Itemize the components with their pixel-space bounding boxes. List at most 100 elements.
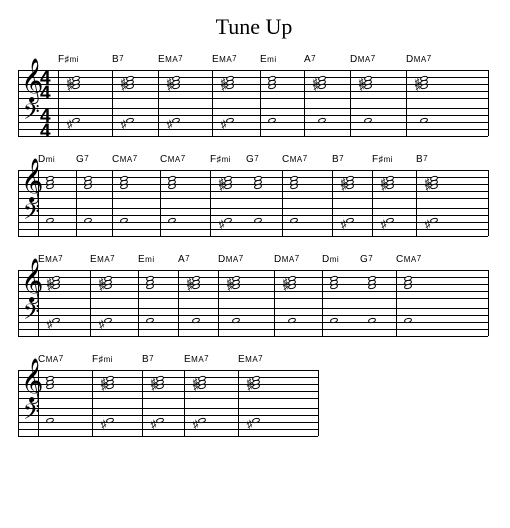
- bass-note: ♯: [226, 118, 234, 123]
- chord-symbol: B7: [332, 154, 372, 165]
- chord-notes: [330, 276, 338, 289]
- chord-notes: [254, 176, 262, 189]
- bass-note: [232, 318, 240, 323]
- bass-note: [290, 218, 298, 223]
- chord-notes: ♯♯: [106, 376, 114, 389]
- bass-note: [84, 218, 92, 223]
- system-3: EMA7EMA7EmiA7DMA7DMA7DmiG7CMA7𝄞𝄢♯♯♯♯♯♯♯♯…: [18, 254, 490, 336]
- bass-note: [364, 118, 372, 123]
- chord-symbol: DMA7: [274, 254, 322, 265]
- chord-notes: ♯♯: [226, 76, 234, 89]
- chord-symbol: DMA7: [218, 254, 274, 265]
- bass-note: [146, 318, 154, 323]
- bass-note: [120, 218, 128, 223]
- bass-note: [318, 118, 326, 123]
- chord-notes: [404, 276, 412, 289]
- bass-note: [288, 318, 296, 323]
- chord-notes: ♯♯: [172, 76, 180, 89]
- chord-symbol: B7: [416, 154, 456, 165]
- bass-note: [330, 318, 338, 323]
- barline: [488, 70, 489, 136]
- bass-note: [192, 318, 200, 323]
- chord-symbol: EMA7: [184, 354, 238, 365]
- chord-notes: [368, 276, 376, 289]
- bass-note: ♯: [346, 218, 354, 223]
- chord-symbol: F♯mi: [210, 154, 246, 165]
- chord-row: F♯miB7EMA7EMA7EmiA7DMA7DMA7: [58, 54, 490, 68]
- score-title: Tune Up: [18, 14, 490, 40]
- bass-note: ♯: [72, 118, 80, 123]
- chord-notes: ♯♯: [156, 376, 164, 389]
- bass-note: ♯: [386, 218, 394, 223]
- grand-staff: 𝄞𝄢4444♯♯♯♯♯♯♯♯♯♯♯♯♯♯♯♯♯♯: [18, 70, 488, 136]
- chord-symbol: B7: [142, 354, 184, 365]
- notes-layer: ♯♯♯♯♯♯♯♯♯♯♯♯: [18, 270, 488, 336]
- chord-notes: [290, 176, 298, 189]
- chord-notes: [168, 176, 176, 189]
- chord-row: DmiG7CMA7CMA7F♯miG7CMA7B7F♯miB7: [38, 154, 490, 168]
- notes-layer: ♯♯♯♯♯♯♯♯♯♯♯♯♯♯♯♯♯♯: [18, 70, 488, 136]
- chord-symbol: CMA7: [282, 154, 332, 165]
- chord-notes: ♯♯: [420, 76, 428, 89]
- grand-staff: 𝄞𝄢♯♯♯♯♯♯♯♯♯♯♯♯: [18, 270, 488, 336]
- chord-symbol: A7: [178, 254, 218, 265]
- chord-notes: ♯♯: [232, 276, 240, 289]
- chord-notes: [84, 176, 92, 189]
- chord-symbol: EMA7: [90, 254, 138, 265]
- chord-symbol: CMA7: [38, 354, 92, 365]
- chord-notes: [268, 76, 276, 89]
- chord-notes: ♯♯: [346, 176, 354, 189]
- bass-note: ♯: [172, 118, 180, 123]
- system-2: DmiG7CMA7CMA7F♯miG7CMA7B7F♯miB7𝄞𝄢♯♯♯♯♯♯♯…: [18, 154, 490, 236]
- chord-notes: ♯♯: [318, 76, 326, 89]
- bass-note: ♯: [156, 418, 164, 423]
- bass-note: [168, 218, 176, 223]
- chord-notes: ♯♯: [126, 76, 134, 89]
- bass-note: ♯: [430, 218, 438, 223]
- notes-layer: ♯♯♯♯♯♯♯♯♯♯♯♯: [18, 170, 488, 236]
- bass-note: [268, 118, 276, 123]
- bass-note: ♯: [104, 318, 112, 323]
- chord-notes: [46, 376, 54, 389]
- chord-notes: ♯♯: [364, 76, 372, 89]
- chord-symbol: CMA7: [396, 254, 448, 265]
- barline: [488, 270, 489, 336]
- bass-note: ♯: [106, 418, 114, 423]
- chord-symbol: G7: [246, 154, 282, 165]
- chord-notes: ♯♯: [104, 276, 112, 289]
- barline: [488, 170, 489, 236]
- chord-notes: ♯♯: [252, 376, 260, 389]
- chord-symbol: F♯mi: [92, 354, 142, 365]
- bass-note: ♯: [198, 418, 206, 423]
- chord-notes: ♯♯: [224, 176, 232, 189]
- system-1: F♯miB7EMA7EMA7EmiA7DMA7DMA7𝄞𝄢4444♯♯♯♯♯♯♯…: [18, 54, 490, 136]
- bass-note: ♯: [126, 118, 134, 123]
- chord-notes: ♯♯: [430, 176, 438, 189]
- chord-symbol: EMA7: [238, 354, 292, 365]
- chord-symbol: Emi: [138, 254, 178, 265]
- chord-symbol: EMA7: [212, 54, 260, 65]
- chord-row: EMA7EMA7EmiA7DMA7DMA7DmiG7CMA7: [38, 254, 490, 268]
- chord-symbol: DMA7: [350, 54, 406, 65]
- chord-symbol: CMA7: [112, 154, 160, 165]
- barline: [318, 370, 319, 436]
- chord-row: CMA7F♯miB7EMA7EMA7: [38, 354, 490, 368]
- chord-symbol: F♯mi: [58, 54, 112, 65]
- bass-note: [368, 318, 376, 323]
- chord-symbol: A7: [304, 54, 350, 65]
- chord-symbol: G7: [76, 154, 112, 165]
- bass-note: ♯: [224, 218, 232, 223]
- chord-notes: ♯♯: [198, 376, 206, 389]
- chord-notes: ♯♯: [386, 176, 394, 189]
- chord-notes: ♯♯: [288, 276, 296, 289]
- chord-notes: [146, 276, 154, 289]
- bass-note: [254, 218, 262, 223]
- chord-notes: [46, 176, 54, 189]
- chord-symbol: DMA7: [406, 54, 460, 65]
- chord-symbol: CMA7: [160, 154, 210, 165]
- bass-note: ♯: [252, 418, 260, 423]
- chord-notes: ♯♯: [72, 76, 80, 89]
- bass-note: [404, 318, 412, 323]
- system-4: CMA7F♯miB7EMA7EMA7𝄞𝄢♯♯♯♯♯♯♯♯♯♯♯♯: [18, 354, 490, 436]
- chord-symbol: Dmi: [322, 254, 360, 265]
